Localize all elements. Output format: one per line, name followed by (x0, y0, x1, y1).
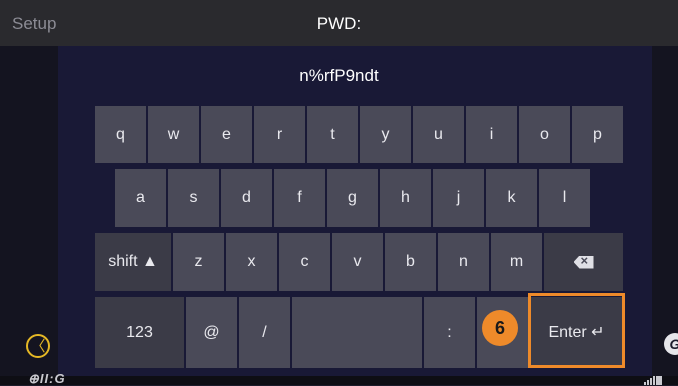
key-c[interactable]: c (279, 233, 330, 291)
right-sidebar (652, 46, 678, 376)
page-title: PWD: (316, 14, 362, 33)
key-m[interactable]: m (491, 233, 542, 291)
password-field[interactable]: n%rfP9ndt (0, 66, 678, 86)
key-w[interactable]: w (148, 106, 199, 163)
key-slash[interactable]: / (239, 297, 290, 368)
key-a[interactable]: a (115, 169, 166, 227)
key-h[interactable]: h (380, 169, 431, 227)
key-u[interactable]: u (413, 106, 464, 163)
signal-icon (644, 376, 655, 385)
key-b[interactable]: b (385, 233, 436, 291)
key-y[interactable]: y (360, 106, 411, 163)
numbers-key[interactable]: 123 (95, 297, 184, 368)
key-i[interactable]: i (466, 106, 517, 163)
key-z[interactable]: z (173, 233, 224, 291)
status-bar (0, 376, 678, 385)
key-g[interactable]: g (327, 169, 378, 227)
key-s[interactable]: s (168, 169, 219, 227)
key-f[interactable]: f (274, 169, 325, 227)
key-colon[interactable]: : (424, 297, 475, 368)
key-x[interactable]: x (226, 233, 277, 291)
space-key[interactable] (292, 297, 422, 368)
key-d[interactable]: d (221, 169, 272, 227)
key-r[interactable]: r (254, 106, 305, 163)
backspace-key[interactable]: × (544, 233, 623, 291)
enter-highlight-box (528, 293, 625, 368)
shift-key[interactable]: shift ▲ (95, 233, 171, 291)
key-v[interactable]: v (332, 233, 383, 291)
brand-logo: ⊕II:G (28, 371, 66, 386)
key-k[interactable]: k (486, 169, 537, 227)
key-at[interactable]: @ (186, 297, 237, 368)
step-badge: 6 (482, 310, 518, 346)
left-sidebar (0, 46, 58, 376)
key-o[interactable]: o (519, 106, 570, 163)
key-j[interactable]: j (433, 169, 484, 227)
key-p[interactable]: p (572, 106, 623, 163)
key-t[interactable]: t (307, 106, 358, 163)
top-bar: Setup PWD: (0, 0, 678, 46)
battery-icon (656, 376, 662, 385)
backspace-icon: × (573, 255, 594, 269)
key-l[interactable]: l (539, 169, 590, 227)
key-n[interactable]: n (438, 233, 489, 291)
key-q[interactable]: q (95, 106, 146, 163)
back-circle-icon[interactable]: 〈 (26, 334, 50, 358)
key-e[interactable]: e (201, 106, 252, 163)
